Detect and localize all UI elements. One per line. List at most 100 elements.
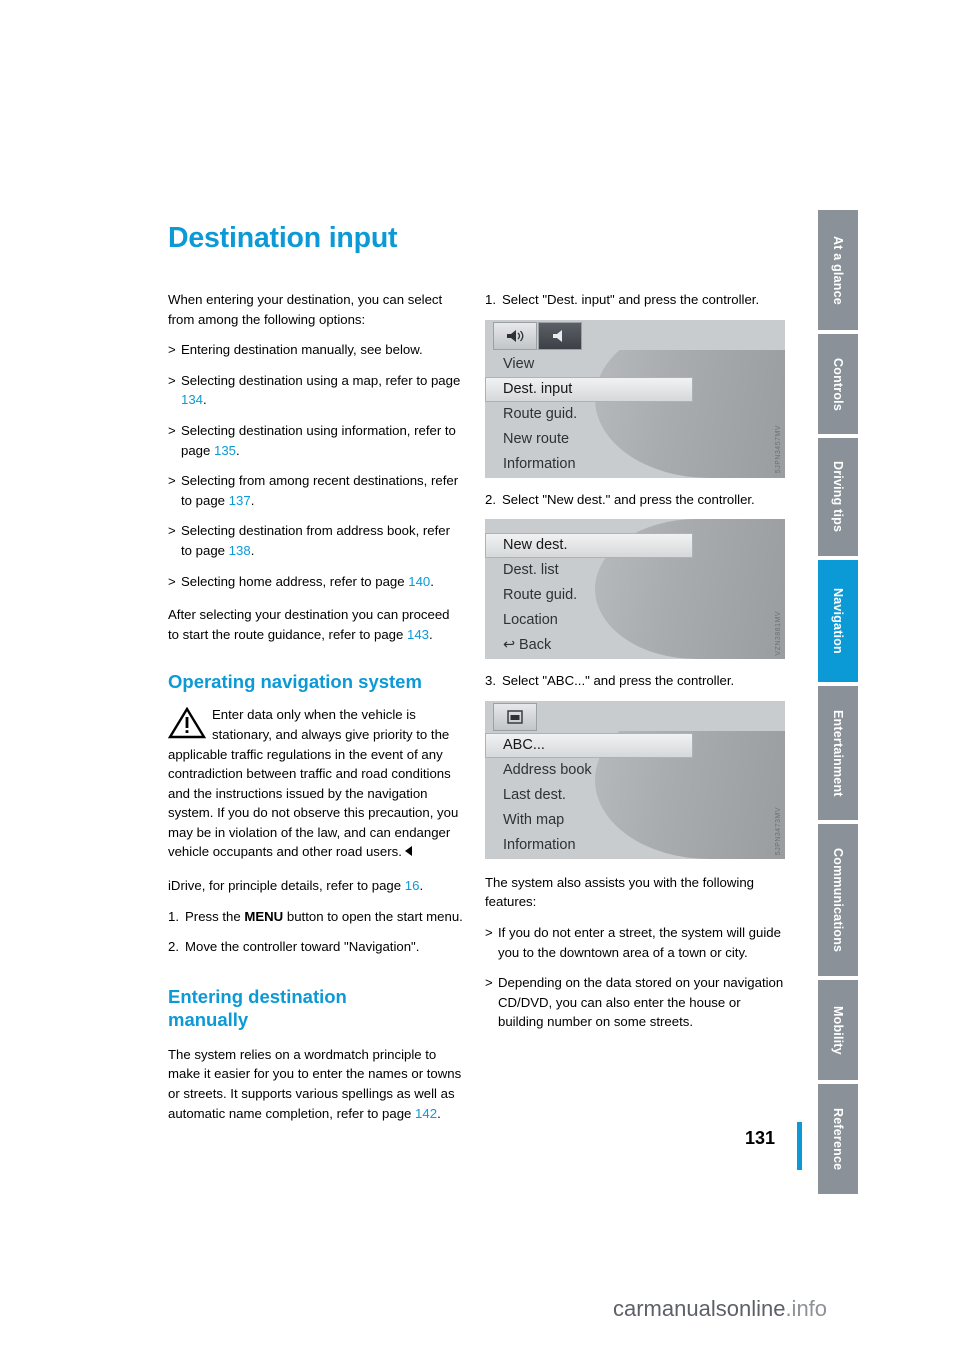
screen-topbar bbox=[485, 319, 785, 350]
step-number: 3. bbox=[485, 673, 496, 689]
warning-end-marker bbox=[404, 846, 412, 857]
menu-item-last-dest[interactable]: Last dest. bbox=[485, 783, 785, 808]
step-text: Move the controller toward "Navigation". bbox=[185, 939, 420, 955]
tab-label: Reference bbox=[831, 1107, 845, 1171]
step-number: 2. bbox=[485, 491, 496, 507]
warning-triangle-icon bbox=[168, 707, 206, 739]
heading-line-2: manually bbox=[168, 1008, 249, 1030]
screen-menu-list: ABC... Address book Last dest. With map … bbox=[485, 732, 785, 859]
menu-item-information[interactable]: Information bbox=[485, 833, 785, 858]
page-ref-link[interactable]: 142 bbox=[415, 1106, 437, 1121]
step-number: 1. bbox=[485, 292, 496, 307]
menu-item-information[interactable]: Information bbox=[485, 452, 785, 477]
bullet-marker: > bbox=[168, 342, 176, 358]
list-item-text: Selecting destination using information,… bbox=[181, 421, 464, 460]
figure-code: VZN3881MV bbox=[775, 610, 782, 656]
tab-label: Mobility bbox=[831, 1005, 845, 1055]
menu-item-dest-input[interactable]: Dest. input bbox=[485, 376, 693, 402]
list-item: > Entering destination manually, see bel… bbox=[168, 340, 464, 360]
menu-item-dest-list[interactable]: Dest. list bbox=[485, 558, 785, 583]
list-item-text: Selecting from among recent destinations… bbox=[181, 471, 464, 510]
tab-entertainment[interactable]: Entertainment bbox=[818, 686, 858, 820]
list-item: > Selecting destination using informatio… bbox=[168, 421, 464, 460]
page-ref-link[interactable]: 140 bbox=[408, 574, 430, 589]
screen-menu-list: View Dest. input Route guid. New route I… bbox=[485, 352, 785, 478]
left-column: When entering your destination, you can … bbox=[168, 290, 464, 1123]
tab-controls[interactable]: Controls bbox=[818, 334, 858, 434]
figure-code: 5JPN3457MV bbox=[775, 425, 782, 474]
list-item: > If you do not enter a street, the syst… bbox=[485, 923, 785, 962]
menu-item-new-dest[interactable]: New dest. bbox=[485, 533, 693, 559]
step-text: Select "New dest." and press the control… bbox=[502, 491, 755, 507]
menu-item-back[interactable]: ↩Back bbox=[485, 858, 785, 859]
tab-driving-tips[interactable]: Driving tips bbox=[818, 438, 858, 556]
tab-label: Driving tips bbox=[831, 461, 845, 533]
bullet-marker: > bbox=[168, 372, 176, 388]
list-item-label: Entering destination manually, see below… bbox=[181, 342, 423, 358]
menu-item-new-route[interactable]: New route bbox=[485, 427, 785, 452]
mute-icon[interactable] bbox=[538, 321, 582, 350]
tab-navigation[interactable]: Navigation bbox=[818, 560, 858, 682]
screen-topbar bbox=[485, 700, 785, 731]
bullet-marker: > bbox=[168, 422, 176, 438]
speaker-icon[interactable] bbox=[493, 321, 537, 350]
menu-item-view[interactable]: View bbox=[485, 352, 785, 377]
intro-paragraph: When entering your destination, you can … bbox=[168, 292, 443, 327]
list-item: > Depending on the data stored on your n… bbox=[485, 973, 785, 1032]
menu-item-label: View bbox=[503, 355, 535, 372]
tab-label: At a glance bbox=[831, 235, 845, 305]
page-ref-link[interactable]: 143 bbox=[407, 627, 429, 642]
tab-reference[interactable]: Reference bbox=[818, 1084, 858, 1194]
menu-item-label: Last dest. bbox=[503, 786, 566, 803]
heading-operating-navigation: Operating navigation system bbox=[168, 671, 422, 693]
after-selecting-tail: . bbox=[429, 626, 433, 642]
menu-item-back[interactable]: ↩Back bbox=[485, 633, 785, 658]
footer-accent-bar bbox=[797, 1122, 802, 1170]
back-arrow-icon: ↩ bbox=[503, 637, 516, 654]
menu-item-label: Dest. input bbox=[503, 380, 573, 397]
menu-item-label: Back bbox=[519, 637, 552, 654]
tab-communications[interactable]: Communications bbox=[818, 824, 858, 976]
list-item-text: Selecting destination using a map, refer… bbox=[181, 371, 464, 410]
list-item-text: Entering destination manually, see below… bbox=[181, 340, 464, 360]
page-title: Destination input bbox=[168, 222, 398, 254]
step-text-pre: Press the bbox=[185, 908, 245, 924]
list-item-label: Selecting home address, refer to page bbox=[181, 573, 409, 589]
menu-item-split[interactable]: ⋈Split bbox=[485, 477, 785, 478]
bullet-marker: > bbox=[168, 573, 176, 589]
tab-at-a-glance[interactable]: At a glance bbox=[818, 210, 858, 330]
list-item-tail: . bbox=[430, 573, 434, 589]
tab-mobility[interactable]: Mobility bbox=[818, 980, 858, 1080]
list-item-text: Selecting destination from address book,… bbox=[181, 521, 464, 560]
after-selecting-paragraph: After selecting your destination you can… bbox=[168, 605, 464, 644]
list-item-text: If you do not enter a street, the system… bbox=[498, 924, 781, 960]
idrive-paragraph: iDrive, for principle details, refer to … bbox=[168, 876, 464, 896]
bullet-marker: > bbox=[485, 975, 493, 991]
step-item: 3. Select "ABC..." and press the control… bbox=[485, 671, 785, 691]
tab-label: Controls bbox=[831, 357, 845, 411]
menu-item-with-map[interactable]: With map bbox=[485, 808, 785, 833]
menu-item-abc[interactable]: ABC... bbox=[485, 732, 693, 758]
menu-item-location[interactable]: Location bbox=[485, 608, 785, 633]
menu-item-label: Route guid. bbox=[503, 405, 578, 422]
page-ref-link[interactable]: 16 bbox=[405, 878, 420, 893]
address-book-icon[interactable] bbox=[493, 702, 537, 731]
page-ref-link[interactable]: 135 bbox=[214, 443, 236, 458]
page-ref-link[interactable]: 134 bbox=[181, 392, 203, 407]
page-ref-link[interactable]: 137 bbox=[229, 493, 251, 508]
menu-item-route-guid[interactable]: Route guid. bbox=[485, 583, 785, 608]
menu-item-label: Route guid. bbox=[503, 587, 578, 604]
step-text: Press the MENU button to open the start … bbox=[185, 907, 464, 927]
list-item: > Selecting destination using a map, ref… bbox=[168, 371, 464, 410]
step-text: Select "ABC..." and press the controller… bbox=[502, 673, 735, 689]
menu-item-label: With map bbox=[503, 811, 565, 828]
section-tab-rail: At a glance Controls Driving tips Naviga… bbox=[818, 210, 858, 1194]
step-number: 1. bbox=[168, 908, 179, 924]
list-item-tail: . bbox=[203, 392, 207, 408]
menu-item-address-book[interactable]: Address book bbox=[485, 758, 785, 783]
menu-item-route-guid[interactable]: Route guid. bbox=[485, 402, 785, 427]
menu-item-label: Address book bbox=[503, 761, 592, 778]
page-ref-link[interactable]: 138 bbox=[229, 543, 251, 558]
menu-item-label: Location bbox=[503, 612, 558, 629]
tab-label: Navigation bbox=[831, 588, 845, 654]
